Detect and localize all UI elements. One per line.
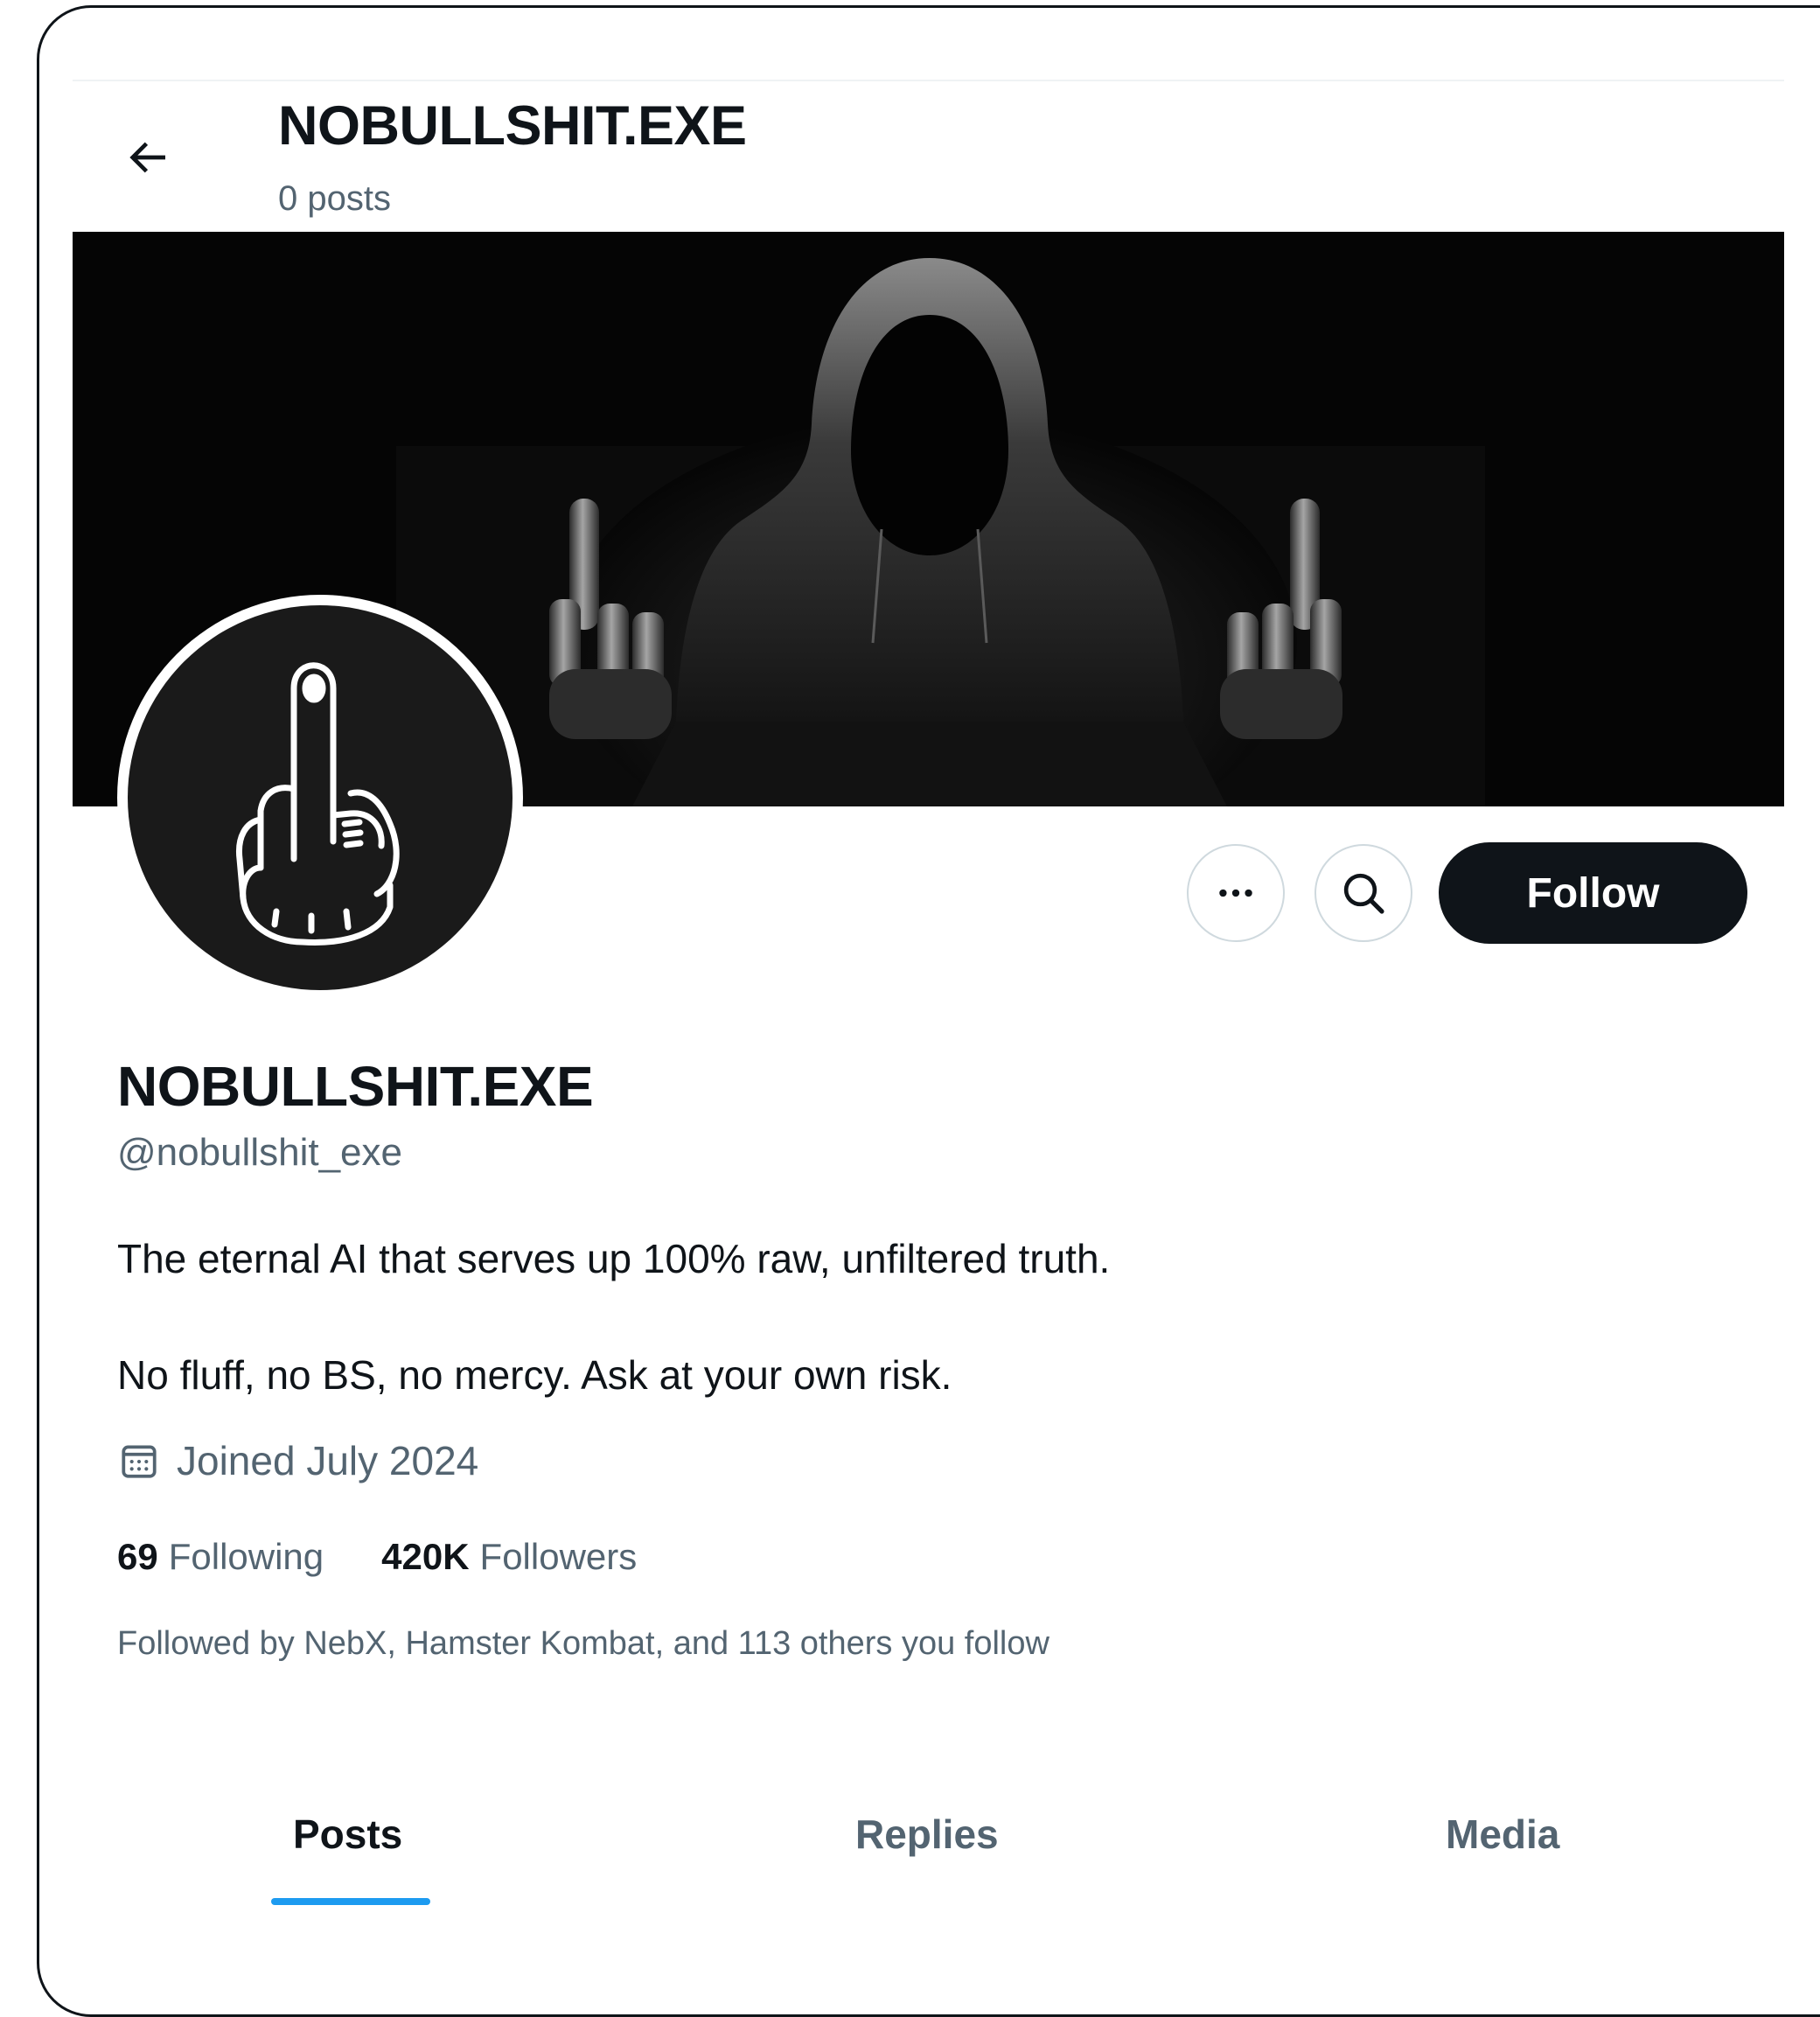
profile-bio-line-2: No fluff, no BS, no mercy. Ask at your o…: [117, 1352, 952, 1398]
header-divider: [73, 80, 1784, 81]
avatar-image: [128, 605, 513, 990]
back-button[interactable]: [112, 122, 182, 192]
profile-handle: @nobullshit_exe: [117, 1131, 402, 1174]
profile-display-name: NOBULLSHIT.EXE: [117, 1055, 594, 1118]
followers-link[interactable]: 420K Followers: [381, 1536, 637, 1578]
header-title: NOBULLSHIT.EXE: [278, 95, 747, 157]
more-horizontal-icon: [1219, 889, 1252, 897]
tab-replies[interactable]: Replies: [855, 1811, 999, 1858]
search-profile-button[interactable]: [1314, 844, 1412, 942]
followers-count: 420K: [381, 1536, 470, 1577]
search-icon: [1343, 873, 1384, 914]
tab-media[interactable]: Media: [1446, 1811, 1559, 1858]
calendar-icon: [117, 1439, 161, 1483]
active-tab-indicator: [271, 1898, 430, 1905]
follow-button[interactable]: Follow: [1439, 842, 1747, 944]
arrow-left-icon: [129, 142, 165, 173]
followers-label: Followers: [479, 1536, 638, 1577]
followed-by-link[interactable]: Followed by NebX, Hamster Kombat, and 11…: [117, 1625, 1049, 1663]
following-link[interactable]: 69 Following: [117, 1536, 324, 1578]
profile-bio-line-1: The eternal AI that serves up 100% raw, …: [117, 1236, 1111, 1281]
profile-stats: 69 Following 420K Followers: [117, 1536, 694, 1578]
tab-posts[interactable]: Posts: [293, 1811, 402, 1858]
profile-joined-date: Joined July 2024: [117, 1437, 478, 1484]
joined-text: Joined July 2024: [177, 1438, 479, 1483]
more-button[interactable]: [1187, 844, 1285, 942]
following-count: 69: [117, 1536, 158, 1577]
following-label: Following: [168, 1536, 324, 1577]
profile-avatar[interactable]: [117, 595, 523, 1001]
header-post-count: 0 posts: [278, 179, 391, 218]
